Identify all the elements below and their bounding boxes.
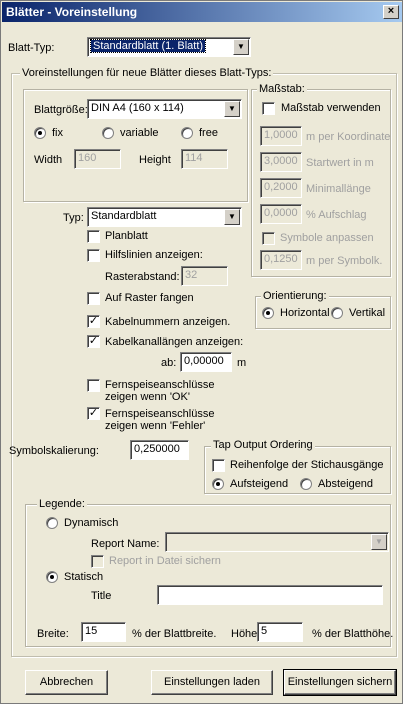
size-variable-label: variable — [120, 127, 159, 139]
blattgroesse-value: DIN A4 (160 x 114) — [91, 102, 184, 114]
minimal-label: Minimallänge — [306, 183, 371, 195]
einstellungen-laden-button[interactable]: Einstellungen laden — [151, 670, 273, 695]
report-name-label: Report Name: — [91, 538, 160, 550]
hoehe-suffix: % der Blatthöhe. — [312, 628, 394, 640]
planblatt-checkbox[interactable] — [87, 230, 100, 243]
size-free-radio[interactable] — [181, 127, 193, 139]
dialog-window: Blätter - Voreinstellung × Blatt-Typ: St… — [0, 0, 403, 704]
horizontal-radio[interactable] — [262, 307, 274, 319]
symbole-anpassen-checkbox[interactable] — [262, 232, 275, 245]
breite-field[interactable]: 15 — [81, 622, 126, 642]
width-label: Width — [34, 154, 63, 166]
blatt-typ-label: Blatt-Typ: — [8, 42, 55, 54]
title-field[interactable] — [157, 585, 383, 605]
fernspeise-fehler-checkbox[interactable]: ✓ — [87, 407, 100, 420]
size-free-label: free — [199, 127, 218, 139]
window-title: Blätter - Voreinstellung — [6, 5, 138, 19]
absteigend-label: Absteigend — [318, 478, 374, 490]
per-symbol-label: m per Symbolk. — [306, 255, 383, 267]
hilfslinien-checkbox[interactable] — [87, 249, 100, 262]
minimal-field[interactable]: 0,2000 — [260, 178, 302, 198]
chevron-down-icon[interactable]: ▼ — [371, 534, 387, 550]
statisch-label: Statisch — [64, 571, 104, 583]
kabelnummern-label: Kabelnummern anzeigen. — [105, 316, 231, 328]
fernspeise-fehler-label2: zeigen wenn 'Fehler' — [105, 420, 206, 432]
startwert-label: Startwert in m — [306, 157, 374, 169]
fernspeise-ok-label1: Fernspeiseanschlüsse — [105, 379, 215, 391]
fernspeise-ok-label2: zeigen wenn 'OK' — [105, 391, 190, 403]
statisch-radio[interactable] — [46, 571, 58, 583]
aufschlag-field[interactable]: 0,0000 — [260, 204, 302, 224]
planblatt-label: Planblatt — [105, 230, 148, 242]
report-sichern-label: Report in Datei sichern — [109, 555, 221, 567]
reihenfolge-label: Reihenfolge der Stichausgänge — [230, 459, 384, 471]
kabelkanal-label: Kabelkanallängen anzeigen: — [105, 336, 244, 348]
hoehe-label: Höhe: — [231, 628, 261, 640]
orientierung-group-label: Orientierung: — [261, 290, 329, 302]
dynamisch-label: Dynamisch — [64, 517, 119, 529]
dynamisch-radio[interactable] — [46, 517, 58, 529]
blatt-typ-combo[interactable]: Standardblatt (1. Blatt) ▼ — [87, 37, 251, 57]
height-label: Height — [139, 154, 171, 166]
title-label: Title — [91, 590, 112, 602]
ab-label: ab: — [161, 357, 177, 369]
hoehe-field[interactable]: 5 — [257, 622, 303, 642]
tap-output-group-label: Tap Output Ordering — [211, 439, 315, 451]
aufschlag-label: % Aufschlag — [306, 209, 367, 221]
typ-value: Standardblatt — [91, 210, 157, 222]
width-field[interactable]: 160 — [74, 149, 121, 169]
kabelnummern-checkbox[interactable]: ✓ — [87, 315, 100, 328]
massstab-verwenden-checkbox[interactable] — [262, 102, 275, 115]
typ-combo[interactable]: Standardblatt ▼ — [87, 207, 242, 227]
symbolskalierung-field[interactable]: 0,250000 — [130, 440, 189, 460]
kabelkanal-checkbox[interactable]: ✓ — [87, 335, 100, 348]
per-coord-label: m per Koordinate — [306, 131, 391, 143]
legende-group-label: Legende: — [37, 498, 87, 510]
per-coord-field[interactable]: 1,0000 — [260, 126, 302, 146]
einstellungen-sichern-button[interactable]: Einstellungen sichern — [283, 669, 397, 696]
size-fix-label: fix — [52, 127, 63, 139]
ab-unit: m — [237, 357, 247, 369]
symbole-anpassen-label: Symbole anpassen — [280, 232, 374, 244]
fernspeise-ok-checkbox[interactable] — [87, 379, 100, 392]
rasterabstand-field[interactable]: 32 — [181, 266, 228, 286]
chevron-down-icon[interactable]: ▼ — [233, 39, 249, 55]
aufsteigend-radio[interactable] — [212, 478, 224, 490]
report-name-combo[interactable]: ▼ — [165, 532, 389, 552]
rasterabstand-label: Rasterabstand: — [105, 271, 180, 283]
fernspeise-fehler-label1: Fernspeiseanschlüsse — [105, 408, 215, 420]
close-icon[interactable]: × — [383, 5, 399, 19]
blatt-typ-value: Standardblatt (1. Blatt) — [89, 39, 207, 53]
reihenfolge-checkbox[interactable] — [212, 459, 225, 472]
startwert-field[interactable]: 3,0000 — [260, 152, 302, 172]
horizontal-label: Horizontal — [280, 307, 330, 319]
absteigend-radio[interactable] — [300, 478, 312, 490]
height-field[interactable]: 114 — [181, 149, 228, 169]
chevron-down-icon[interactable]: ▼ — [224, 209, 240, 225]
abbrechen-button[interactable]: Abbrechen — [25, 670, 108, 695]
breite-label: Breite: — [37, 628, 69, 640]
massstab-verwenden-label: Maßstab verwenden — [281, 102, 381, 114]
blattgroesse-label: Blattgröße: — [34, 104, 88, 116]
per-symbol-field[interactable]: 0,1250 — [260, 250, 302, 270]
size-fix-radio[interactable] — [34, 127, 46, 139]
auf-raster-label: Auf Raster fangen — [105, 292, 194, 304]
vertikal-label: Vertikal — [349, 307, 386, 319]
breite-suffix: % der Blattbreite. — [132, 628, 217, 640]
title-bar: Blätter - Voreinstellung × — [2, 2, 402, 22]
symbolskalierung-label: Symbolskalierung: — [9, 445, 99, 457]
hilfslinien-label: Hilfslinien anzeigen: — [105, 249, 203, 261]
size-variable-radio[interactable] — [102, 127, 114, 139]
auf-raster-checkbox[interactable] — [87, 292, 100, 305]
report-sichern-checkbox[interactable] — [91, 555, 104, 568]
main-group-caption: Voreinstellungen für neue Blätter dieses… — [20, 67, 274, 79]
typ-label: Typ: — [63, 212, 84, 224]
chevron-down-icon[interactable]: ▼ — [224, 101, 240, 117]
blattgroesse-combo[interactable]: DIN A4 (160 x 114) ▼ — [87, 99, 242, 119]
vertikal-radio[interactable] — [331, 307, 343, 319]
massstab-group-label: Maßstab: — [257, 83, 307, 95]
aufsteigend-label: Aufsteigend — [230, 478, 289, 490]
ab-field[interactable]: 0,00000 — [180, 352, 232, 372]
